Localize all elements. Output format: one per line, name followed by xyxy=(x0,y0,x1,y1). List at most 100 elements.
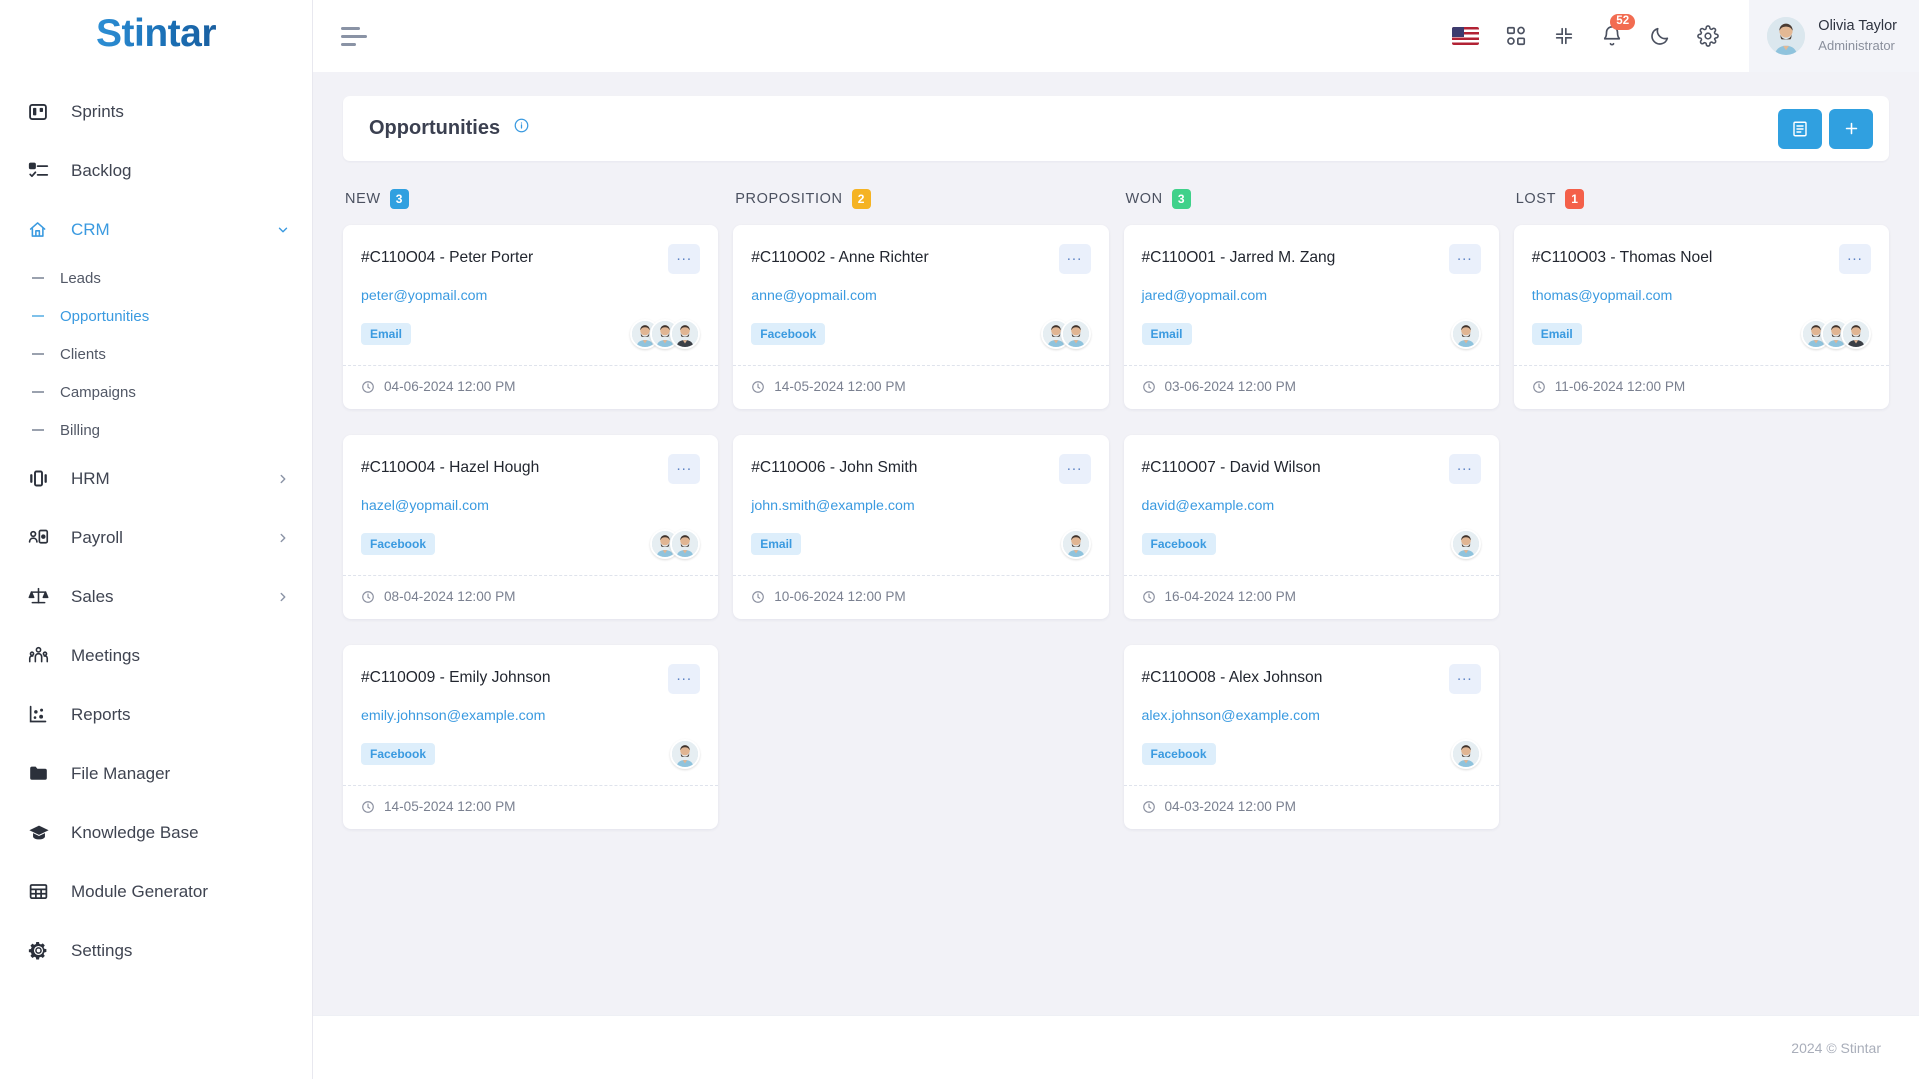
opportunity-card[interactable]: #C110O04 - Peter Porter... peter@yopmail.… xyxy=(343,225,719,409)
card-menu-button[interactable]: ... xyxy=(1448,664,1481,694)
opportunity-card[interactable]: #C110O01 - Jarred M. Zang... jared@yopmai… xyxy=(1123,225,1499,409)
settings-gear-icon[interactable] xyxy=(1697,25,1720,47)
kanban-column-won: WON 3 #C110O01 - Jarred M. Zang... jared@yo… xyxy=(1123,187,1499,855)
card-email-link[interactable]: thomas@yopmail.com xyxy=(1532,288,1871,304)
card-menu-button[interactable]: ... xyxy=(1448,244,1481,274)
clock-icon xyxy=(1142,590,1156,604)
chevron-right-icon[interactable] xyxy=(276,531,290,545)
us-flag-glyph xyxy=(1452,27,1480,45)
sidebar-item-label: Payroll xyxy=(71,527,123,547)
brand-logo[interactable]: Stintar xyxy=(0,0,312,62)
opportunity-card[interactable]: #C110O06 - John Smith... john.smith@examp… xyxy=(733,435,1109,619)
notification-bell-icon[interactable]: 52 xyxy=(1601,14,1636,47)
card-title: #C110O02 - Anne Richter xyxy=(751,249,929,266)
sidebar-item-module-generator[interactable]: Module Generator xyxy=(0,862,312,921)
card-menu-button[interactable]: ... xyxy=(668,454,701,484)
assignee-avatar[interactable] xyxy=(1450,739,1481,769)
sidebar-item-label: CRM xyxy=(71,219,110,239)
opportunity-card[interactable]: #C110O08 - Alex Johnson... alex.johnson@e… xyxy=(1123,645,1499,829)
card-email-link[interactable]: peter@yopmail.com xyxy=(361,288,700,304)
card-source-tag: Facebook xyxy=(751,323,826,345)
sidebar-item-label: Backlog xyxy=(71,160,132,180)
card-email-link[interactable]: david@example.com xyxy=(1142,498,1481,514)
card-menu-button[interactable]: ... xyxy=(668,244,701,274)
sidebar-item-reports[interactable]: Reports xyxy=(0,685,312,744)
sidebar-item-backlog[interactable]: Backlog xyxy=(0,141,312,200)
language-flag-us-icon[interactable] xyxy=(1452,27,1480,45)
topbar-icon-group: 52 xyxy=(1452,14,1749,47)
card-email-link[interactable]: hazel@yopmail.com xyxy=(361,498,700,514)
dash-icon xyxy=(32,353,44,355)
assignee-avatar[interactable] xyxy=(670,739,701,769)
sidebar-item-label: Sales xyxy=(71,586,114,606)
card-footer: 04-06-2024 12:00 PM xyxy=(343,365,719,409)
assignee-avatar[interactable] xyxy=(670,529,701,559)
card-footer: 08-04-2024 12:00 PM xyxy=(343,575,719,619)
assignee-avatar[interactable] xyxy=(1060,529,1091,559)
add-opportunity-button[interactable] xyxy=(1829,108,1873,149)
card-menu-button[interactable]: ... xyxy=(668,664,701,694)
user-profile-menu[interactable]: Olivia Taylor Administrator xyxy=(1749,0,1919,72)
card-menu-button[interactable]: ... xyxy=(1839,244,1871,274)
sidebar-subitem-campaigns[interactable]: Campaigns xyxy=(0,373,312,411)
assignee-avatar[interactable] xyxy=(1450,319,1481,349)
hamburger-icon[interactable] xyxy=(341,26,371,46)
assignee-avatar[interactable] xyxy=(670,319,701,349)
content-area: Opportunities NEW 3 #C110O04 - Peter Por… xyxy=(313,72,1919,1015)
opportunity-card[interactable]: #C110O09 - Emily Johnson... emily.johnson… xyxy=(343,645,719,829)
chevron-right-icon[interactable] xyxy=(276,472,290,486)
dark-mode-icon[interactable] xyxy=(1649,25,1671,47)
sidebar-item-clipped[interactable] xyxy=(0,64,312,82)
clock-icon xyxy=(1142,380,1156,394)
sidebar-subitem-billing[interactable]: Billing xyxy=(0,411,312,449)
opportunity-card[interactable]: #C110O04 - Hazel Hough... hazel@yopmail.c… xyxy=(343,435,719,619)
card-email-link[interactable]: alex.johnson@example.com xyxy=(1142,708,1481,724)
assignee-avatar[interactable] xyxy=(1060,319,1091,349)
sidebar-item-crm[interactable]: CRM xyxy=(0,200,312,259)
sidebar-item-sprints[interactable]: Sprints xyxy=(0,82,312,141)
column-name: WON xyxy=(1125,191,1163,207)
sidebar-item-partial[interactable] xyxy=(0,64,312,82)
page-header-card: Opportunities xyxy=(343,96,1889,161)
sidebar-subitem-clients[interactable]: Clients xyxy=(0,335,312,373)
card-email-link[interactable]: john.smith@example.com xyxy=(751,498,1090,514)
card-email-link[interactable]: emily.johnson@example.com xyxy=(361,708,700,724)
list-view-button[interactable] xyxy=(1778,108,1822,149)
scales-icon xyxy=(28,586,54,608)
chevron-down-icon[interactable] xyxy=(276,223,290,237)
card-menu-button[interactable]: ... xyxy=(1448,454,1481,484)
sidebar: Stintar Sprints Backlog CRM Leads Opportunit… xyxy=(0,0,313,1079)
apps-grid-icon[interactable] xyxy=(1505,25,1527,47)
chevron-right-icon[interactable] xyxy=(276,590,290,604)
fullscreen-exit-icon[interactable] xyxy=(1553,25,1575,47)
sidebar-item-hrm[interactable]: HRM xyxy=(0,449,312,508)
card-email-link[interactable]: jared@yopmail.com xyxy=(1142,288,1481,304)
opportunity-card[interactable]: #C110O07 - David Wilson... david@example.… xyxy=(1123,435,1499,619)
opportunity-card[interactable]: #C110O03 - Thomas Noel... thomas@yopmail.… xyxy=(1513,225,1889,409)
sidebar-item-sales[interactable]: Sales xyxy=(0,567,312,626)
card-avatar-group xyxy=(630,319,701,349)
sidebar-subitem-opportunities[interactable]: Opportunities xyxy=(0,297,312,335)
info-circle-icon[interactable] xyxy=(514,118,529,133)
sidebar-subitem-label: Opportunities xyxy=(60,307,150,325)
sidebar-item-file-manager[interactable]: File Manager xyxy=(0,744,312,803)
sidebar-item-settings[interactable]: Settings xyxy=(0,921,312,980)
sidebar-item-knowledge-base[interactable]: Knowledge Base xyxy=(0,803,312,862)
assignee-avatar[interactable] xyxy=(1841,319,1871,349)
sidebar-item-payroll[interactable]: Payroll xyxy=(0,508,312,567)
sidebar-subitem-leads[interactable]: Leads xyxy=(0,259,312,297)
profile-text-block: Olivia Taylor Administrator xyxy=(1818,17,1897,54)
sidebar-item-meetings[interactable]: Meetings xyxy=(0,626,312,685)
column-header: NEW 3 xyxy=(343,187,718,211)
card-footer: 16-04-2024 12:00 PM xyxy=(1123,575,1499,619)
opportunity-card[interactable]: #C110O02 - Anne Richter... anne@yopmail.c… xyxy=(733,225,1109,409)
card-menu-button[interactable]: ... xyxy=(1058,244,1091,274)
people-icon xyxy=(28,645,54,667)
column-count-badge: 1 xyxy=(1565,189,1585,209)
sidebar-item-label: Settings xyxy=(71,940,133,960)
card-email-link[interactable]: anne@yopmail.com xyxy=(751,288,1090,304)
assignee-avatar[interactable] xyxy=(1450,529,1481,559)
card-menu-button[interactable]: ... xyxy=(1058,454,1091,484)
avatar xyxy=(1767,17,1806,55)
card-title: #C110O08 - Alex Johnson xyxy=(1141,669,1323,686)
